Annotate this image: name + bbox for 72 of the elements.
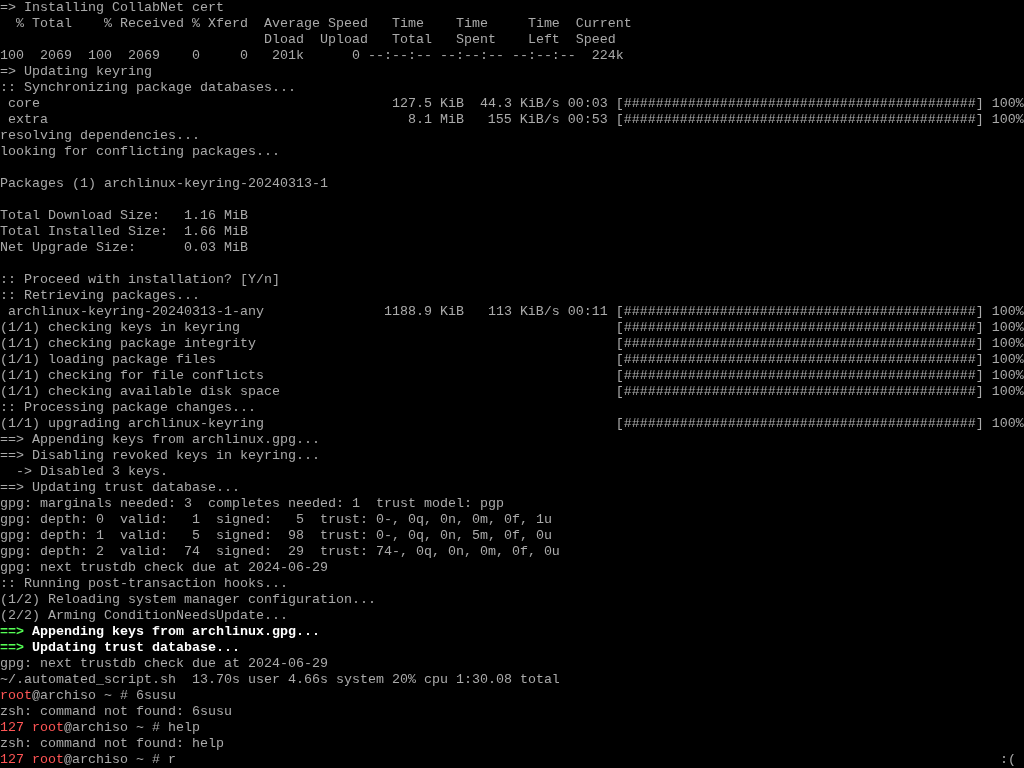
transfer-stats: 127.5 KiB 44.3 KiB/s 00:03: [391, 96, 608, 112]
terminal-text: 100 2069 100 2069 0 0 201k 0 --:--:-- --:--:-- --:--:-- 224k: [0, 48, 624, 64]
arrow-prefix: ==>: [0, 624, 24, 640]
terminal-text: ==> Appending keys from archlinux.gpg...: [0, 432, 320, 448]
terminal-text: ~/.automated_script.sh 13.70s user 4.66s system 20% cpu 1:30.08 total: [0, 672, 560, 688]
terminal-text: ==> Disabling revoked keys in keyring...: [0, 448, 320, 464]
hash-progress-text: [############################################]: [615, 112, 984, 128]
terminal-text: (1/1) loading package files: [0, 352, 216, 368]
terminal-text: ==> Updating trust database...: [0, 480, 240, 496]
hash-progress-text: [############################################]: [615, 416, 984, 432]
terminal-text: @archiso ~ # r: [64, 752, 176, 768]
terminal-text: (2/2) Arming ConditionNeedsUpdate...: [0, 608, 288, 624]
progress-percent: 100%: [991, 336, 1024, 352]
progress-percent: 100%: [991, 384, 1024, 400]
terminal-text: gpg: depth: 1 valid: 5 signed: 98 trust: 0-, 0q, 0n, 5m, 0f, 0u: [0, 528, 552, 544]
progress-percent: 100%: [991, 112, 1024, 128]
transfer-stats: 1188.9 KiB 113 KiB/s 00:11: [383, 304, 608, 320]
terminal-text: :: Retrieving packages...: [0, 288, 200, 304]
terminal-text: Net Upgrade Size: 0.03 MiB: [0, 240, 248, 256]
terminal-text: zsh: command not found: help: [0, 736, 224, 752]
terminal-text: (1/1) checking available disk space: [0, 384, 280, 400]
terminal-text: (1/1) checking package integrity: [0, 336, 256, 352]
prompt-text: 127 root: [0, 752, 64, 768]
terminal-text: gpg: marginals needed: 3 completes needed: 1 trust model: pgp: [0, 496, 504, 512]
hash-progress-text: [############################################]: [615, 368, 984, 384]
hash-progress-text: [############################################]: [615, 320, 984, 336]
terminal-text: gpg: depth: 2 valid: 74 signed: 29 trust: 74-, 0q, 0n, 0m, 0f, 0u: [0, 544, 560, 560]
hash-progress-text: [############################################]: [615, 336, 984, 352]
terminal-text: zsh: command not found: 6susu: [0, 704, 232, 720]
arrow-prefix: ==>: [0, 640, 24, 656]
hash-progress-text: [############################################]: [615, 352, 984, 368]
terminal-text: :(: [1000, 752, 1016, 768]
terminal-text: Packages (1) archlinux-keyring-20240313-1: [0, 176, 328, 192]
hash-progress-text: [############################################]: [615, 96, 984, 112]
terminal-text: archlinux-keyring-20240313-1-any: [7, 304, 264, 320]
progress-percent: 100%: [991, 96, 1024, 112]
progress-percent: 100%: [991, 416, 1024, 432]
terminal-text: :: Processing package changes...: [0, 400, 256, 416]
terminal-text: Dload Upload Total Spent Left Speed: [262, 32, 616, 48]
hash-progress-text: [############################################]: [615, 304, 984, 320]
hash-progress-text: [############################################]: [615, 384, 984, 400]
terminal-text: :: Proceed with installation? [Y/n]: [0, 272, 280, 288]
terminal-text: :: Running post-transaction hooks...: [0, 576, 288, 592]
terminal-text: extra: [7, 112, 48, 128]
terminal-text: @archiso ~ # 6susu: [32, 688, 176, 704]
terminal-text: gpg: depth: 0 valid: 1 signed: 5 trust: 0-, 0q, 0n, 0m, 0f, 1u: [0, 512, 552, 528]
progress-percent: 100%: [991, 304, 1024, 320]
terminal-text: (1/2) Reloading system manager configuration...: [0, 592, 376, 608]
terminal-text: Total Download Size: 1.16 MiB: [0, 208, 248, 224]
terminal-text: looking for conflicting packages...: [0, 144, 280, 160]
transfer-stats: 8.1 MiB 155 KiB/s 00:53: [407, 112, 608, 128]
progress-percent: 100%: [991, 352, 1024, 368]
terminal-text: resolving dependencies...: [0, 128, 200, 144]
progress-percent: 100%: [991, 320, 1024, 336]
terminal-text: Updating trust database...: [31, 640, 240, 656]
terminal-text: % Total % Received % Xferd Average Speed Time Time Time Current: [15, 16, 632, 32]
progress-percent: 100%: [991, 368, 1024, 384]
terminal-text: core: [7, 96, 40, 112]
terminal-text: gpg: next trustdb check due at 2024-06-29: [0, 656, 328, 672]
terminal-text: @archiso ~ # help: [64, 720, 200, 736]
terminal-text: gpg: next trustdb check due at 2024-06-29: [0, 560, 328, 576]
prompt-text: 127 root: [0, 720, 64, 736]
terminal-text: -> Disabled 3 keys.: [15, 464, 168, 480]
terminal-text: => Updating keyring: [0, 64, 152, 80]
prompt-text: root: [0, 688, 32, 704]
terminal-text: :: Synchronizing package databases...: [0, 80, 296, 96]
terminal-text: Total Installed Size: 1.66 MiB: [0, 224, 248, 240]
terminal-text: (1/1) checking keys in keyring: [0, 320, 240, 336]
terminal-text: => Installing CollabNet cert: [0, 0, 224, 16]
terminal-text: Appending keys from archlinux.gpg...: [31, 624, 320, 640]
terminal-text: (1/1) checking for file conflicts: [0, 368, 264, 384]
terminal-text: (1/1) upgrading archlinux-keyring: [0, 416, 264, 432]
